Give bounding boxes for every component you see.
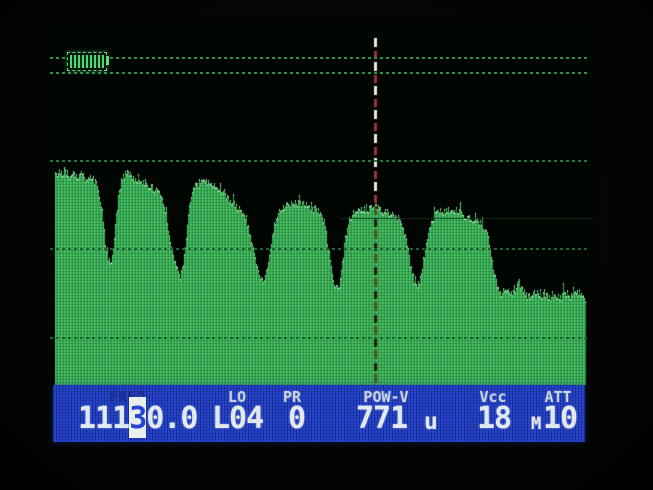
att-prefix: M (531, 416, 541, 433)
device-photo-background: FREQ LO PR POW-V Vcc ATT 11130.0 L04 0 7… (0, 0, 653, 490)
battery-terminal (106, 56, 109, 65)
grid-line-mid-1 (50, 160, 590, 162)
freq-digits-pre: 111 (78, 401, 129, 436)
pr-value: 0 (288, 404, 305, 434)
freq-value[interactable]: 11130.0 (78, 404, 197, 434)
frequency-marker-line (373, 38, 378, 385)
pow-v-value: 771 (356, 404, 407, 434)
lo-value: L04 (212, 404, 263, 434)
battery-cells (70, 55, 104, 68)
grid-line-top-2 (50, 72, 590, 74)
grid-line-mid-2 (50, 248, 590, 250)
lcd-screen: FREQ LO PR POW-V Vcc ATT 11130.0 L04 0 7… (46, 18, 597, 452)
att-value: 10 (543, 404, 577, 434)
battery-icon (67, 52, 107, 71)
freq-digits-post: 0.0 (146, 401, 197, 436)
freq-edit-cursor[interactable]: 3 (129, 401, 146, 436)
vcc-value: 18 (477, 404, 511, 434)
status-bar: FREQ LO PR POW-V Vcc ATT 11130.0 L04 0 7… (53, 385, 585, 442)
grid-line-bottom (50, 337, 590, 339)
grid-line-top-1 (50, 57, 590, 59)
pow-v-unit: u (424, 411, 438, 434)
